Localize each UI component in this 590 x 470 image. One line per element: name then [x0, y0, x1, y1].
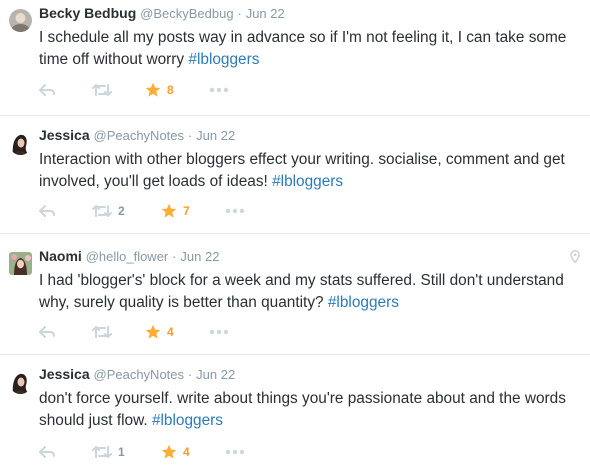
user-handle[interactable]: @PeachyNotes [94, 367, 185, 382]
retweet-icon [92, 205, 112, 217]
hashtag-link[interactable]: #lbloggers [272, 173, 343, 190]
star-icon [161, 444, 177, 459]
tweet-body: I schedule all my posts way in advance s… [39, 29, 567, 68]
more-dots-icon [225, 449, 245, 455]
user-fullname[interactable]: Becky Bedbug [39, 5, 136, 21]
tweet-body: I had 'blogger's' block for a week and m… [39, 272, 564, 311]
retweet-icon [92, 84, 112, 96]
user-fullname[interactable]: Naomi [39, 248, 82, 264]
hashtag-link[interactable]: #lbloggers [152, 412, 223, 429]
favorite-count: 4 [183, 445, 190, 459]
tweet-feed: Becky Bedbug @BeckyBedbug · Jun 22 I sch… [0, 0, 590, 470]
tweet[interactable]: Jessica @PeachyNotes · Jun 22 don't forc… [0, 355, 590, 470]
reply-icon [39, 326, 55, 338]
favorite-count: 4 [167, 325, 174, 339]
separator-dot: · [187, 367, 193, 382]
tweet[interactable]: Becky Bedbug @BeckyBedbug · Jun 22 I sch… [0, 0, 590, 116]
retweet-icon [92, 326, 112, 338]
tweet-date[interactable]: Jun 22 [196, 128, 235, 143]
tweet-header: Becky Bedbug @BeckyBedbug · Jun 22 [39, 4, 285, 23]
tweet-text: don't force yourself. write about things… [39, 388, 584, 432]
tweet-header: Jessica @PeachyNotes · Jun 22 [39, 126, 235, 145]
favorite-button[interactable]: 4 [161, 443, 190, 461]
retweet-button[interactable] [92, 81, 118, 99]
star-icon [161, 203, 177, 218]
reply-button[interactable] [39, 323, 55, 341]
more-dots-icon [209, 87, 229, 93]
tweet-header: Jessica @PeachyNotes · Jun 22 [39, 365, 235, 384]
separator-dot: · [237, 6, 242, 21]
tweet-text: I schedule all my posts way in advance s… [39, 27, 584, 71]
user-fullname[interactable]: Jessica [39, 127, 90, 143]
star-icon [145, 324, 161, 339]
more-button[interactable] [225, 202, 245, 220]
tweet-body: don't force yourself. write about things… [39, 390, 566, 429]
avatar[interactable] [9, 9, 32, 32]
more-button[interactable] [209, 323, 229, 341]
tweet-date[interactable]: Jun 22 [246, 6, 285, 21]
more-button[interactable] [225, 443, 245, 461]
favorite-count: 8 [167, 83, 174, 97]
reply-button[interactable] [39, 202, 55, 220]
avatar[interactable] [9, 132, 32, 155]
reply-button[interactable] [39, 81, 55, 99]
hashtag-link[interactable]: #lbloggers [328, 294, 399, 311]
retweet-button[interactable]: 1 [92, 443, 125, 461]
location-pin-icon[interactable] [570, 250, 580, 268]
user-handle[interactable]: @PeachyNotes [94, 128, 185, 143]
retweet-icon [92, 446, 112, 458]
hashtag-link[interactable]: #lbloggers [188, 51, 259, 68]
user-handle[interactable]: @hello_flower [86, 249, 169, 264]
more-dots-icon [209, 329, 229, 335]
tweet-date[interactable]: Jun 22 [196, 367, 235, 382]
tweet-header: Naomi @hello_flower · Jun 22 [39, 247, 219, 266]
separator-dot: · [187, 128, 193, 143]
tweet[interactable]: Naomi @hello_flower · Jun 22 I had 'blog… [0, 234, 590, 355]
user-handle[interactable]: @BeckyBedbug [140, 6, 233, 21]
reply-icon [39, 84, 55, 96]
separator-dot: · [172, 249, 177, 264]
tweet[interactable]: Jessica @PeachyNotes · Jun 22 Interactio… [0, 116, 590, 234]
retweet-count: 1 [118, 445, 125, 459]
retweet-count: 2 [118, 204, 125, 218]
tweet-text: Interaction with other bloggers effect y… [39, 149, 584, 193]
favorite-count: 7 [183, 204, 190, 218]
more-button[interactable] [209, 81, 229, 99]
tweet-text: I had 'blogger's' block for a week and m… [39, 270, 584, 314]
reply-icon [39, 205, 55, 217]
retweet-button[interactable] [92, 323, 118, 341]
favorite-button[interactable]: 8 [145, 81, 174, 99]
user-fullname[interactable]: Jessica [39, 366, 90, 382]
tweet-date[interactable]: Jun 22 [180, 249, 219, 264]
star-icon [145, 82, 161, 97]
retweet-button[interactable]: 2 [92, 202, 125, 220]
reply-icon [39, 446, 55, 458]
favorite-button[interactable]: 4 [145, 323, 174, 341]
avatar[interactable] [9, 371, 32, 394]
avatar[interactable] [9, 252, 32, 275]
favorite-button[interactable]: 7 [161, 202, 190, 220]
more-dots-icon [225, 208, 245, 214]
reply-button[interactable] [39, 443, 55, 461]
